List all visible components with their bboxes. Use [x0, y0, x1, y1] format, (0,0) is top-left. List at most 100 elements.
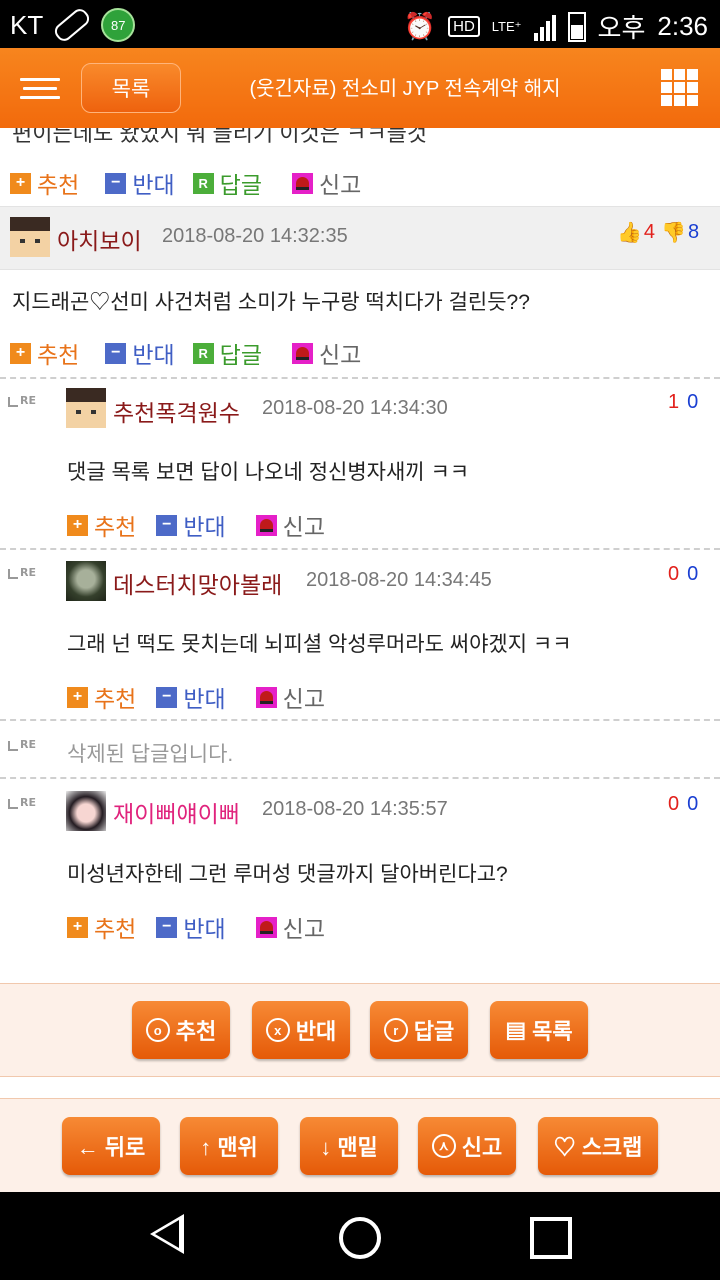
reply-nickname[interactable]: 추천폭격원수 — [113, 394, 240, 428]
action-row: + 추천 − 반대 R 답글 신고 — [10, 166, 361, 200]
scroll-bottom-button[interactable]: ↓ 맨밑 — [300, 1117, 398, 1175]
plus-icon: + — [10, 172, 31, 194]
action-row: + 추천 − 반대 R 답글 신고 — [10, 336, 361, 370]
back-triangle-icon[interactable] — [150, 1214, 184, 1254]
avatar — [66, 791, 106, 831]
oppose-link[interactable]: 반대 — [183, 680, 225, 714]
report-button[interactable]: ⋏ 신고 — [418, 1117, 516, 1175]
lte-icon: LTE⁺ — [491, 19, 522, 34]
comment-nickname[interactable]: 아치보이 — [57, 222, 142, 256]
report-link[interactable]: 신고 — [283, 680, 325, 714]
grid-menu-icon[interactable] — [661, 69, 698, 106]
vote-counts: 00 — [668, 793, 698, 816]
avatar — [10, 217, 50, 257]
reply-text: 그래 넌 떡도 못치는데 뇌피셜 악성루머라도 써야겠지 ㅋㅋ — [67, 633, 572, 656]
clock: 2:36 — [657, 11, 708, 41]
circle-x-icon: x — [265, 1018, 290, 1042]
divider — [0, 777, 720, 779]
recommend-link[interactable]: 추천 — [37, 166, 79, 200]
reply-icon: R — [192, 342, 214, 364]
minus-icon: − — [105, 172, 127, 194]
siren-icon — [291, 342, 313, 364]
down-count: 8 — [687, 221, 700, 243]
reply-nickname[interactable]: 재이뻐얘이뻐 — [113, 795, 240, 829]
pill-icon — [51, 5, 93, 45]
vote-counts: 👍 4 👎 8 — [617, 220, 699, 245]
alert-icon: ⋏ — [431, 1134, 456, 1158]
up-count: 0 — [668, 793, 680, 815]
scroll-top-button[interactable]: ↑ 맨위 — [180, 1117, 278, 1175]
action-row: + 추천 − 반대 신고 — [67, 680, 325, 714]
list-button[interactable]: 목록 — [81, 63, 181, 113]
back-button[interactable]: ← 뒤로 — [62, 1117, 160, 1175]
app-header: 목록 (웃긴자료) 전소미 JYP 전속계약 해지 — [0, 48, 720, 128]
plus-icon: + — [10, 342, 31, 364]
report-link[interactable]: 신고 — [319, 336, 361, 370]
reply-date: 2018-08-20 14:34:45 — [306, 569, 492, 591]
divider — [0, 377, 720, 379]
report-link[interactable]: 신고 — [283, 910, 325, 944]
recommend-link[interactable]: 추천 — [94, 508, 136, 542]
oppose-link[interactable]: 반대 — [132, 336, 174, 370]
comment-text: 지드래곤♡선미 사건처럼 소미가 누구랑 떡치다가 걸린듯?? — [12, 291, 530, 314]
recommend-link[interactable]: 추천 — [37, 336, 79, 370]
divider — [0, 548, 720, 550]
home-circle-icon[interactable] — [339, 1217, 381, 1259]
action-row: + 추천 − 반대 신고 — [67, 910, 325, 944]
avatar — [66, 561, 106, 601]
menu-icon[interactable] — [20, 78, 60, 100]
plus-icon: + — [67, 514, 88, 536]
oppose-button[interactable]: x 반대 — [252, 1001, 350, 1059]
reply-link[interactable]: 답글 — [220, 166, 262, 200]
ampm-label: 오후 — [597, 13, 646, 43]
list-icon: ▤ — [505, 1017, 527, 1042]
partial-comment-text: 편이든데도 왔었지 뭐 들리기 이것은 ㅋㅋ들것 — [12, 128, 428, 146]
signal-icon — [533, 13, 556, 41]
list-bottom-button[interactable]: ▤ 목록 — [490, 1001, 588, 1059]
notification-badge-icon: 87 — [101, 8, 136, 42]
reply-nickname[interactable]: 데스터치맞아볼래 — [113, 566, 282, 600]
status-bar: KT 87 ⏰ HD LTE⁺ 오후 2:36 — [0, 0, 720, 48]
comment-area: 편이든데도 왔었지 뭐 들리기 이것은 ㅋㅋ들것 + 추천 − 반대 R 답글 신고 … — [0, 128, 720, 1192]
report-link[interactable]: 신고 — [283, 508, 325, 542]
reply-link[interactable]: 답글 — [220, 336, 262, 370]
reply-date: 2018-08-20 14:35:57 — [262, 798, 448, 820]
up-count: 0 — [668, 563, 680, 585]
oppose-link[interactable]: 반대 — [183, 910, 225, 944]
reply-marker-icon: RE — [8, 796, 36, 809]
page-title: (웃긴자료) 전소미 JYP 전속계약 해지 — [249, 78, 561, 100]
vote-counts: 00 — [668, 563, 698, 586]
recents-square-icon[interactable] — [530, 1217, 572, 1259]
alarm-icon: ⏰ — [403, 11, 437, 41]
oppose-link[interactable]: 반대 — [183, 508, 225, 542]
recommend-button[interactable]: o 추천 — [132, 1001, 230, 1059]
reply-button[interactable]: r 답글 — [370, 1001, 468, 1059]
reply-marker-icon: RE — [8, 566, 36, 579]
minus-icon: − — [156, 686, 178, 708]
vote-counts: 10 — [668, 391, 698, 414]
minus-icon: − — [105, 342, 127, 364]
circle-r-icon: r — [383, 1018, 408, 1042]
plus-icon: + — [67, 686, 88, 708]
divider — [0, 719, 720, 721]
reply-date: 2018-08-20 14:34:30 — [262, 397, 448, 419]
oppose-link[interactable]: 반대 — [132, 166, 174, 200]
siren-icon — [255, 916, 277, 938]
system-nav-bar — [0, 1192, 720, 1280]
down-count: 0 — [687, 563, 699, 585]
thumbs-down-icon: 👎 — [661, 222, 686, 244]
vote-button-bar: o 추천 x 반대 r 답글 ▤ 목록 — [0, 983, 720, 1077]
report-link[interactable]: 신고 — [319, 166, 361, 200]
carrier-label: KT — [10, 9, 44, 40]
down-count: 0 — [687, 391, 699, 413]
reply-marker-icon: RE — [8, 738, 36, 751]
hd-icon: HD — [448, 16, 480, 37]
scrap-button[interactable]: ♡ 스크랩 — [538, 1117, 658, 1175]
minus-icon: − — [156, 916, 178, 938]
recommend-link[interactable]: 추천 — [94, 680, 136, 714]
reply-text: 미성년자한테 그런 루머성 댓글까지 달아버린다고? — [67, 863, 508, 886]
plus-icon: + — [67, 916, 88, 938]
up-count: 4 — [643, 221, 656, 243]
siren-icon — [255, 686, 277, 708]
recommend-link[interactable]: 추천 — [94, 910, 136, 944]
